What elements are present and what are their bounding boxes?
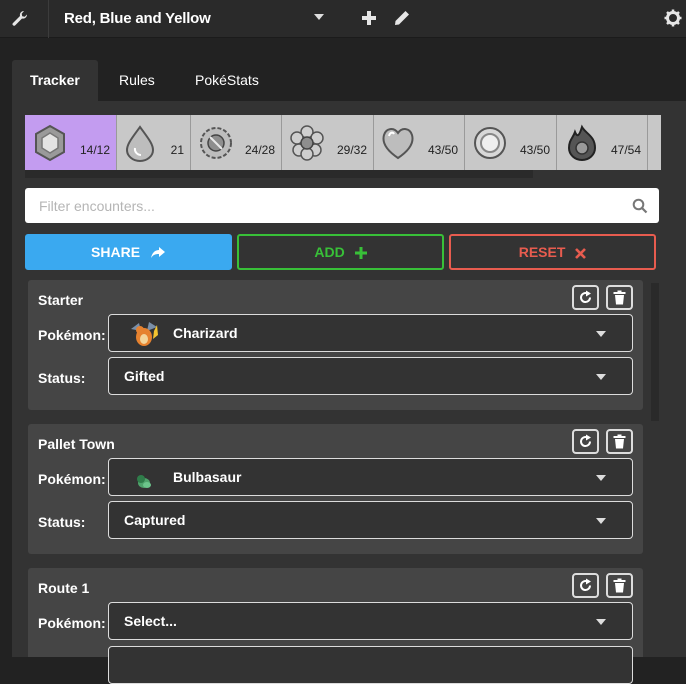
wrench-icon[interactable] bbox=[10, 9, 30, 29]
share-icon bbox=[150, 247, 165, 259]
trash-icon bbox=[613, 290, 626, 305]
status-select[interactable]: Gifted bbox=[108, 357, 633, 395]
pokemon-value: Charizard bbox=[173, 325, 238, 341]
badge-scrollbar[interactable] bbox=[25, 170, 533, 178]
encounter-location: Starter bbox=[38, 292, 84, 308]
status-value: Captured bbox=[124, 512, 186, 528]
status-select[interactable] bbox=[108, 646, 633, 684]
status-value: Gifted bbox=[124, 368, 165, 384]
badge-marsh[interactable]: 43/50 bbox=[465, 115, 557, 170]
badge-count: 47/54 bbox=[610, 143, 641, 157]
reset-label: RESET bbox=[518, 244, 566, 260]
tab-tracker[interactable]: Tracker bbox=[12, 60, 98, 101]
chevron-down-icon bbox=[596, 374, 606, 380]
thunder-badge-icon bbox=[200, 127, 232, 159]
badge-volcano[interactable]: 47/54 bbox=[557, 115, 648, 170]
delete-button[interactable] bbox=[606, 285, 633, 310]
badge-partial[interactable] bbox=[648, 115, 661, 170]
pokemon-value: Select... bbox=[124, 613, 177, 629]
delete-button[interactable] bbox=[606, 573, 633, 598]
close-icon bbox=[575, 247, 587, 259]
marsh-badge-icon bbox=[474, 127, 506, 159]
cascade-badge-icon bbox=[125, 125, 155, 162]
badge-thunder[interactable]: 24/28 bbox=[191, 115, 282, 170]
add-label: ADD bbox=[314, 244, 345, 260]
badge-count: 24/28 bbox=[244, 143, 275, 157]
badge-bar: 14/12 21 24/28 29/32 43/50 43/50 47/54 bbox=[25, 115, 661, 170]
pokemon-select[interactable]: Bulbasaur bbox=[108, 458, 633, 496]
encounter-card: Route 1 Pokémon: Select... bbox=[28, 568, 643, 684]
badge-count: 29/32 bbox=[336, 143, 367, 157]
chevron-down-icon bbox=[596, 518, 606, 524]
pokemon-label: Pokémon: bbox=[38, 327, 106, 343]
badge-boulder[interactable]: 14/12 bbox=[25, 115, 117, 170]
search-icon bbox=[632, 198, 648, 214]
status-label: Status: bbox=[38, 370, 86, 386]
pokemon-label: Pokémon: bbox=[38, 615, 106, 631]
redo-icon bbox=[580, 578, 592, 592]
badge-count: 43/50 bbox=[427, 143, 458, 157]
plus-icon[interactable] bbox=[360, 9, 378, 27]
badge-cascade[interactable]: 21 bbox=[117, 115, 191, 170]
chevron-down-icon bbox=[596, 475, 606, 481]
badge-count: 21 bbox=[170, 143, 184, 157]
share-button[interactable]: SHARE bbox=[25, 234, 232, 270]
reroll-button[interactable] bbox=[572, 285, 599, 310]
badge-count: 43/50 bbox=[519, 143, 550, 157]
delete-button[interactable] bbox=[606, 429, 633, 454]
chevron-down-icon[interactable] bbox=[314, 14, 324, 20]
encounter-location: Pallet Town bbox=[38, 436, 115, 452]
encounter-location: Route 1 bbox=[38, 580, 90, 596]
encounter-card: Pallet Town Pokémon: Bulbasaur Status: C… bbox=[28, 424, 643, 554]
status-select[interactable]: Captured bbox=[108, 501, 633, 539]
status-label: Status: bbox=[38, 514, 86, 530]
redo-icon bbox=[580, 434, 592, 448]
badge-rainbow[interactable]: 29/32 bbox=[282, 115, 374, 170]
volcano-badge-icon bbox=[567, 124, 597, 161]
pokemon-label: Pokémon: bbox=[38, 471, 106, 487]
share-label: SHARE bbox=[91, 244, 141, 260]
list-scrollbar[interactable] bbox=[651, 283, 659, 421]
chevron-down-icon bbox=[596, 331, 606, 337]
gear-icon[interactable] bbox=[664, 9, 682, 27]
pokemon-select[interactable]: Select... bbox=[108, 602, 633, 640]
reroll-button[interactable] bbox=[572, 429, 599, 454]
reset-button[interactable]: RESET bbox=[449, 234, 656, 270]
plus-icon bbox=[354, 247, 367, 260]
badge-soul[interactable]: 43/50 bbox=[374, 115, 465, 170]
encounter-card: Starter Pokémon: Charizard Status: Gifte… bbox=[28, 280, 643, 410]
chevron-down-icon bbox=[596, 619, 606, 625]
tab-rules[interactable]: Rules bbox=[119, 60, 155, 101]
pokemon-select[interactable]: Charizard bbox=[108, 314, 633, 352]
trash-icon bbox=[613, 434, 626, 449]
bulbasaur-sprite-icon bbox=[137, 475, 151, 488]
tab-pokestats[interactable]: PokéStats bbox=[195, 60, 259, 101]
game-select[interactable]: Red, Blue and Yellow bbox=[64, 10, 211, 27]
reroll-button[interactable] bbox=[572, 573, 599, 598]
rainbow-badge-icon bbox=[290, 125, 324, 161]
boulder-badge-icon bbox=[35, 124, 65, 162]
top-bar: Red, Blue and Yellow bbox=[0, 0, 686, 38]
topbar-divider bbox=[48, 0, 49, 38]
pokemon-value: Bulbasaur bbox=[173, 469, 242, 485]
redo-icon bbox=[580, 290, 592, 304]
soul-badge-icon bbox=[382, 128, 414, 160]
charizard-sprite-icon bbox=[131, 322, 158, 346]
filter-input[interactable] bbox=[25, 188, 659, 223]
pencil-icon[interactable] bbox=[393, 9, 411, 27]
trash-icon bbox=[613, 578, 626, 593]
add-button[interactable]: ADD bbox=[237, 234, 444, 270]
badge-count: 14/12 bbox=[79, 143, 110, 157]
